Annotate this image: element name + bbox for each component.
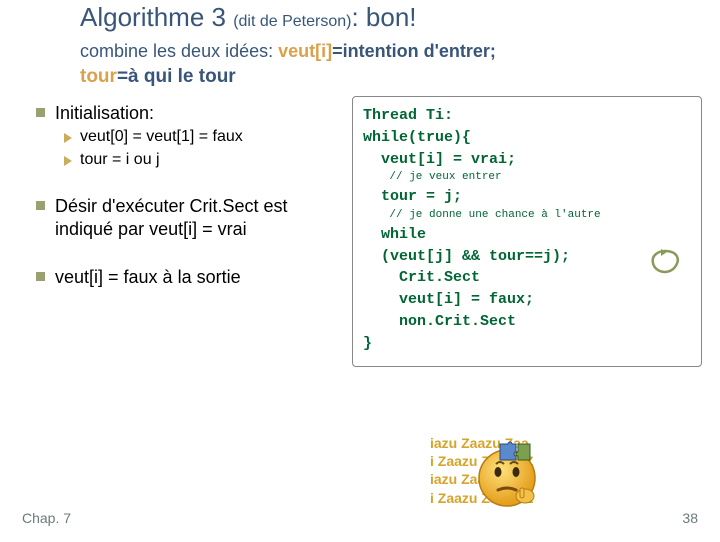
subbullet-tour: tour = i ou j	[64, 150, 336, 171]
tour-highlight: tour	[80, 66, 117, 87]
arrow-bullet-icon	[64, 133, 72, 143]
code-line: Thread Ti:	[363, 105, 691, 127]
code-line: Crit.Sect	[363, 267, 691, 289]
code-line: tour = j;	[363, 186, 691, 208]
square-bullet-icon	[36, 201, 45, 210]
tour-rest: =à qui le tour	[117, 66, 236, 87]
subbullet-veut-text: veut[0] = veut[1] = faux	[80, 127, 243, 148]
code-box: Thread Ti: while(true){ veut[i] = vrai; …	[352, 96, 702, 367]
square-bullet-icon	[36, 272, 45, 281]
subtitle-highlight: veut[i]	[278, 41, 332, 61]
subtitle-lead: combine les deux idées:	[80, 41, 278, 61]
code-line: veut[i] = vrai;	[363, 149, 691, 171]
bullet-init: Initialisation:	[36, 102, 336, 125]
code-line: while(true){	[363, 127, 691, 149]
slide-title: Algorithme 3 (dit de Peterson): bon!	[80, 2, 720, 33]
subbullet-tour-text: tour = i ou j	[80, 150, 160, 171]
emoji-watermark: iazu Zaazu Zaa i Zaazu Zaazu Z iazu Zaaz…	[430, 434, 600, 514]
footer-page-number: 38	[682, 510, 698, 526]
square-bullet-icon	[36, 108, 45, 117]
right-column: Thread Ti: while(true){ veut[i] = vrai; …	[352, 96, 702, 367]
code-comment: // je veux entrer	[363, 170, 691, 186]
content-row: Initialisation: veut[0] = veut[1] = faux…	[0, 96, 720, 367]
code-line: veut[i] = faux;	[363, 289, 691, 311]
bullet-desir-text: Désir d'exécuter Crit.Sect est indiqué p…	[55, 195, 336, 242]
bullet-desir: Désir d'exécuter Crit.Sect est indiqué p…	[36, 195, 336, 242]
thinking-emoji-icon	[470, 438, 544, 517]
code-line: (veut[j] && tour==j);	[363, 246, 691, 268]
subbullet-veut: veut[0] = veut[1] = faux	[64, 127, 336, 148]
code-line: while	[363, 224, 691, 246]
bullet-sortie-text: veut[i] = faux à la sortie	[55, 266, 241, 289]
left-column: Initialisation: veut[0] = veut[1] = faux…	[36, 96, 336, 367]
title-tail: : bon!	[351, 2, 416, 32]
title-main: Algorithme 3	[80, 2, 233, 32]
tour-line: tour=à qui le tour	[80, 66, 720, 88]
code-line: non.Crit.Sect	[363, 311, 691, 333]
title-paren: (dit de Peterson)	[233, 13, 351, 30]
bullet-sortie: veut[i] = faux à la sortie	[36, 266, 336, 289]
code-line: }	[363, 333, 691, 355]
code-comment: // je donne une chance à l'autre	[363, 208, 691, 224]
arrow-bullet-icon	[64, 156, 72, 166]
subtitle-eq: =intention d'entrer;	[332, 41, 496, 61]
footer-chapter: Chap. 7	[22, 510, 71, 526]
subtitle: combine les deux idées: veut[i]=intentio…	[80, 41, 720, 62]
slide: Algorithme 3 (dit de Peterson): bon! com…	[0, 2, 720, 367]
bullet-init-text: Initialisation:	[55, 102, 154, 125]
loop-arrow-icon	[645, 247, 685, 279]
